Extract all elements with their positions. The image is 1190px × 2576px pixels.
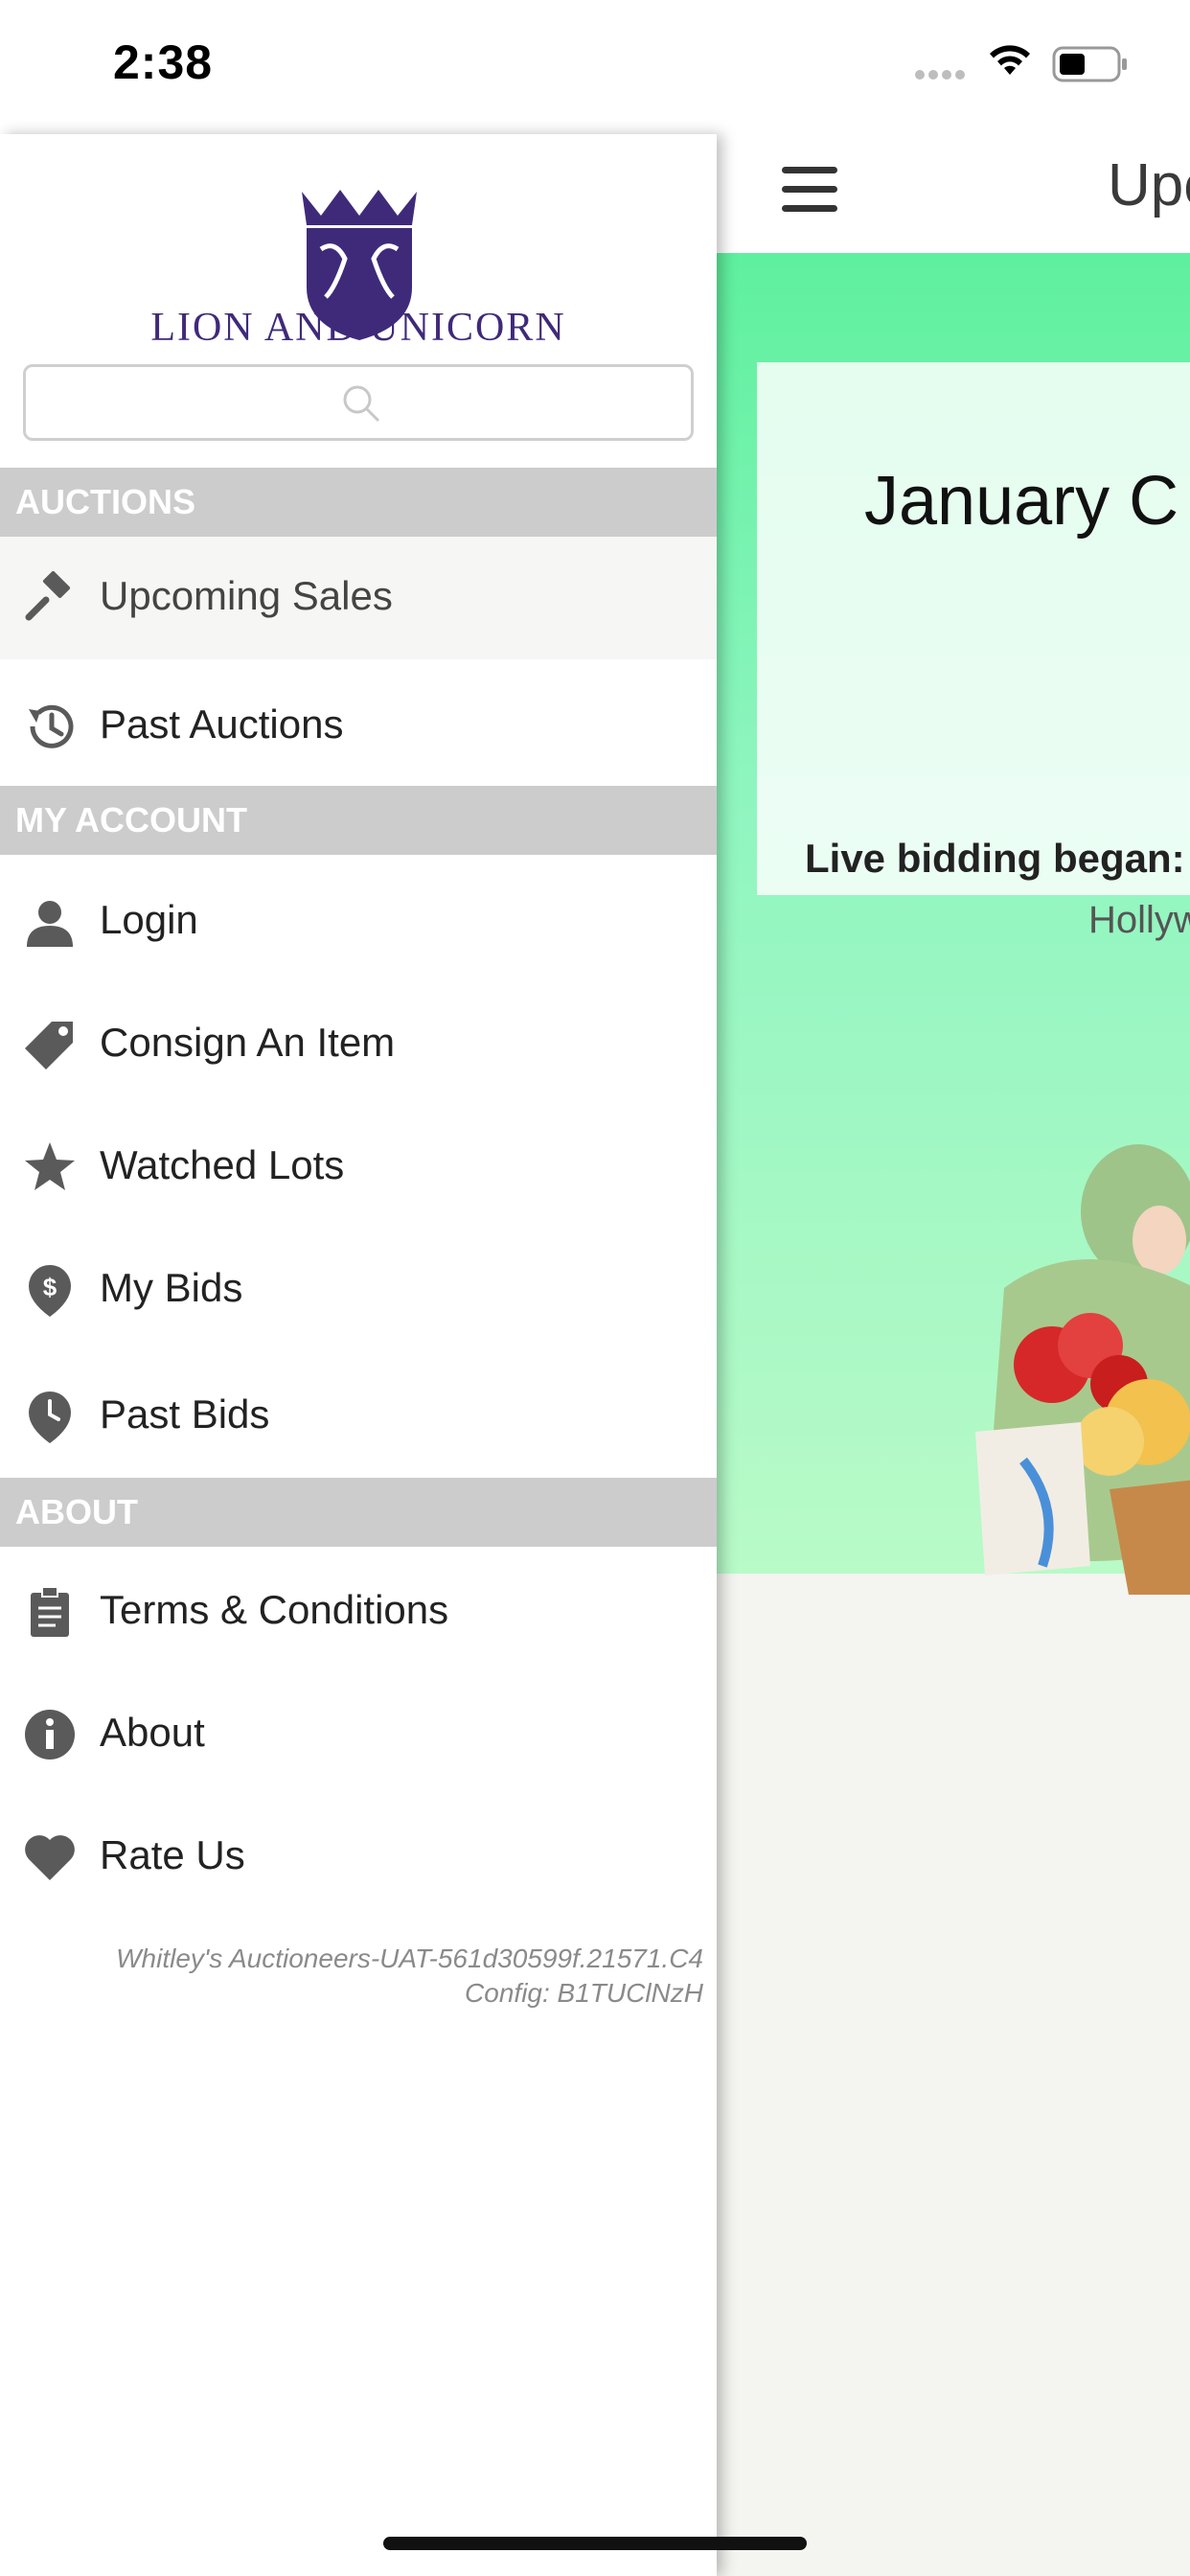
hamburger-menu-icon[interactable] xyxy=(782,167,837,215)
menu-label: My Bids xyxy=(100,1265,243,1310)
section-header-auctions: AUCTIONS xyxy=(0,468,717,537)
dollar-pin-icon: $ xyxy=(29,1265,71,1317)
svg-text:$: $ xyxy=(43,1273,57,1301)
version-line: Whitley's Auctioneers-UAT-561d30599f.215… xyxy=(116,1944,703,1973)
config-line: Config: B1TUClNzH xyxy=(465,1978,703,2008)
menu-item-rate-us[interactable]: Rate Us xyxy=(0,1796,717,1919)
menu-label: Watched Lots xyxy=(100,1142,345,1187)
menu-label: Past Auctions xyxy=(100,702,344,747)
sale-card[interactable]: January C I Live bidding began: Hollywo xyxy=(757,362,1190,941)
menu-item-consign[interactable]: Consign An Item xyxy=(0,983,717,1106)
live-bidding-label: Live bidding began: xyxy=(805,836,1185,881)
sale-title: January C xyxy=(864,463,1179,540)
brand-name: LION AND UNICORN xyxy=(150,306,566,350)
menu-item-my-bids[interactable]: $ My Bids xyxy=(0,1229,717,1351)
sale-location: Hollywo xyxy=(1088,899,1190,941)
tag-icon xyxy=(25,1022,73,1070)
menu-label: Terms & Conditions xyxy=(100,1587,449,1632)
history-icon xyxy=(29,704,74,748)
home-indicator[interactable] xyxy=(383,2537,807,2550)
cellular-signal-icon xyxy=(915,67,969,84)
menu-item-login[interactable]: Login xyxy=(0,861,717,983)
menu-label: Consign An Item xyxy=(100,1020,396,1065)
menu-label: Past Bids xyxy=(100,1392,270,1437)
main-content: Upc January C I Live bidding began: Holl… xyxy=(717,134,1190,2576)
clock-pin-icon xyxy=(29,1392,71,1443)
status-time: 2:38 xyxy=(113,35,214,89)
section-header-about: ABOUT xyxy=(0,1478,717,1547)
side-drawer: LION AND UNICORN AUCTIONS Upcoming Sales… xyxy=(0,134,717,2576)
sale-hero[interactable]: January C I Live bidding began: Hollywo xyxy=(717,253,1190,1595)
menu-label: Login xyxy=(100,897,198,942)
wifi-icon xyxy=(990,45,1030,75)
gavel-icon xyxy=(25,571,71,621)
status-bar: 2:38 xyxy=(0,0,1190,134)
section-header-my-account: MY ACCOUNT xyxy=(0,786,717,855)
page-title: Upc xyxy=(1108,152,1190,218)
menu-item-upcoming-sales[interactable]: Upcoming Sales xyxy=(0,537,717,659)
menu-label: Rate Us xyxy=(100,1832,245,1877)
menu-item-about[interactable]: About xyxy=(0,1673,717,1796)
info-icon xyxy=(25,1710,75,1760)
menu-item-past-bids[interactable]: Past Bids xyxy=(0,1355,717,1478)
star-icon xyxy=(25,1142,75,1190)
user-icon xyxy=(27,901,73,947)
figurine-image xyxy=(975,1144,1190,1595)
version-info: Whitley's Auctioneers-UAT-561d30599f.215… xyxy=(116,1942,703,2011)
battery-icon xyxy=(1052,46,1127,82)
menu-item-past-auctions[interactable]: Past Auctions xyxy=(0,665,717,788)
menu-label: About xyxy=(100,1710,205,1755)
search-input[interactable] xyxy=(26,367,695,440)
main-header: Upc xyxy=(717,134,1190,253)
clipboard-icon xyxy=(31,1586,69,1637)
menu-item-terms[interactable]: Terms & Conditions xyxy=(0,1551,717,1673)
search-field[interactable] xyxy=(23,364,695,441)
heart-icon xyxy=(25,1835,75,1880)
menu-label: Upcoming Sales xyxy=(100,573,393,618)
menu-item-watched-lots[interactable]: Watched Lots xyxy=(0,1106,717,1229)
